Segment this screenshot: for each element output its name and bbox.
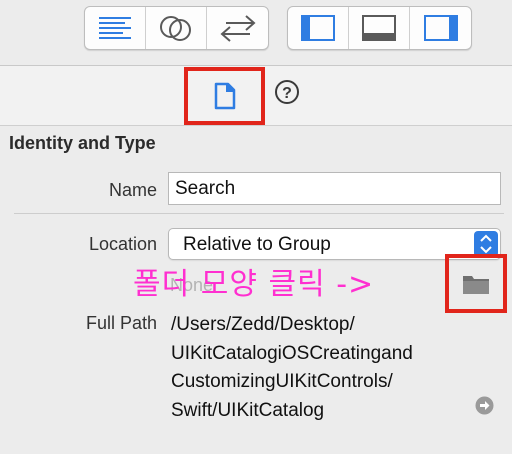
version-editor-icon <box>219 15 256 42</box>
navigator-toggle-button[interactable] <box>288 7 349 49</box>
section-title: Identity and Type <box>9 133 156 153</box>
standard-editor-button[interactable] <box>85 7 146 49</box>
inspector-tab-bar: ? <box>0 66 512 126</box>
full-path-line: CustomizingUIKitControls/ <box>171 371 393 392</box>
quick-help-icon: ? <box>275 80 299 104</box>
full-path-label: Full Path <box>85 313 157 333</box>
location-value: Relative to Group <box>183 234 331 255</box>
identity-and-type-section: Identity and Type Name Location Relative… <box>0 127 512 454</box>
utilities-panel-icon <box>423 15 458 41</box>
choose-folder-button[interactable] <box>445 254 507 313</box>
name-field[interactable] <box>168 172 501 205</box>
folder-icon <box>463 275 489 294</box>
quick-help-tab[interactable]: ? <box>274 79 300 105</box>
quick-help-glyph: ? <box>282 85 292 102</box>
standard-editor-icon <box>99 17 131 39</box>
full-path-line: UIKitCatalogiOSCreatingand <box>171 342 413 364</box>
utilities-toggle-button[interactable] <box>410 7 471 49</box>
full-path-value: /Users/Zedd/Desktop/ UIKitCatalogiOSCrea… <box>171 311 491 425</box>
name-label: Name <box>108 180 157 200</box>
full-path-line: Swift/UIKitCatalog <box>171 399 325 421</box>
version-editor-button[interactable] <box>207 7 268 49</box>
navigator-panel-icon <box>301 15 335 41</box>
editor-mode-segmented-control <box>84 6 269 50</box>
panel-toggle-segmented-control <box>287 6 472 50</box>
divider <box>14 213 504 214</box>
full-path-line: /Users/Zedd/Desktop/ <box>171 314 355 335</box>
toolbar <box>0 0 512 66</box>
file-inspector-icon <box>214 82 235 110</box>
assistant-editor-button[interactable] <box>146 7 207 49</box>
assistant-editor-icon <box>160 16 191 41</box>
reveal-in-finder-button[interactable] <box>475 396 494 415</box>
reveal-in-finder-arrow-icon <box>475 396 494 415</box>
location-label: Location <box>88 234 157 254</box>
debug-area-toggle-button[interactable] <box>349 7 410 49</box>
debug-area-icon <box>362 15 396 41</box>
annotation-text: 폴더 모양 클릭 -> <box>133 267 375 302</box>
file-inspector-tab[interactable] <box>184 67 265 125</box>
